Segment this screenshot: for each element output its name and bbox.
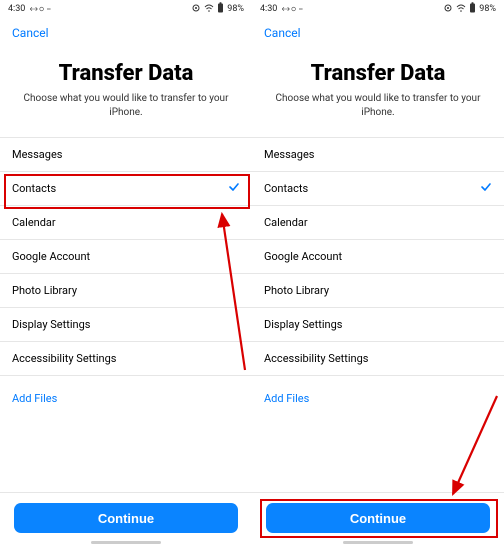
list-label: Contacts	[12, 182, 56, 195]
list-label: Accessibility Settings	[12, 352, 116, 365]
status-time: 4:30	[260, 4, 277, 14]
add-files-button[interactable]: Add Files	[252, 376, 504, 405]
list-item-photo-library[interactable]: Photo Library	[252, 273, 504, 307]
checkmark-icon	[228, 181, 240, 196]
footer: Continue	[0, 492, 252, 560]
status-left: 4:30	[260, 4, 305, 14]
status-right: 98%	[443, 2, 496, 16]
list-label: Google Account	[12, 250, 90, 263]
battery-pct: 98%	[479, 4, 496, 14]
footer: Continue	[252, 492, 504, 560]
phone-screen-right: 4:30	[252, 0, 504, 560]
list-item-messages[interactable]: Messages	[252, 137, 504, 171]
list-item-photo-library[interactable]: Photo Library	[0, 273, 252, 307]
cancel-button[interactable]: Cancel	[264, 26, 301, 40]
page-title: Transfer Data	[268, 61, 488, 86]
wifi-icon	[204, 3, 214, 16]
list-label: Contacts	[264, 182, 308, 195]
page-title: Transfer Data	[16, 61, 236, 86]
checkmark-icon	[480, 181, 492, 196]
list-item-display-settings[interactable]: Display Settings	[252, 307, 504, 341]
transfer-list: Messages Contacts Calendar Google Accoun…	[252, 137, 504, 376]
list-item-accessibility-settings[interactable]: Accessibility Settings	[252, 341, 504, 376]
list-label: Display Settings	[12, 318, 90, 331]
list-item-contacts[interactable]: Contacts	[0, 171, 252, 205]
status-net-icons	[281, 4, 305, 14]
transfer-list: Messages Contacts Calendar Google Accoun…	[0, 137, 252, 376]
list-label: Messages	[264, 148, 314, 161]
status-net-icons	[29, 4, 53, 14]
continue-button[interactable]: Continue	[14, 503, 238, 533]
list-item-google-account[interactable]: Google Account	[252, 239, 504, 273]
wifi-icon	[456, 3, 466, 16]
battery-pct: 98%	[227, 4, 244, 14]
list-label: Calendar	[12, 216, 56, 229]
page-subtitle: Choose what you would like to transfer t…	[268, 92, 488, 119]
add-files-button[interactable]: Add Files	[0, 376, 252, 405]
phone-screen-left: 4:30	[0, 0, 252, 560]
continue-button[interactable]: Continue	[266, 503, 490, 533]
list-item-calendar[interactable]: Calendar	[252, 205, 504, 239]
status-bar: 4:30	[0, 0, 252, 18]
status-left: 4:30	[8, 4, 53, 14]
status-bar: 4:30	[252, 0, 504, 18]
home-indicator	[343, 541, 413, 544]
list-item-contacts[interactable]: Contacts	[252, 171, 504, 205]
list-label: Calendar	[264, 216, 308, 229]
status-right: 98%	[191, 2, 244, 16]
eye-icon	[191, 3, 201, 16]
home-indicator	[91, 541, 161, 544]
list-label: Google Account	[264, 250, 342, 263]
list-item-calendar[interactable]: Calendar	[0, 205, 252, 239]
list-item-accessibility-settings[interactable]: Accessibility Settings	[0, 341, 252, 376]
title-block: Transfer Data Choose what you would like…	[252, 41, 504, 137]
list-label: Photo Library	[12, 284, 77, 297]
list-label: Accessibility Settings	[264, 352, 368, 365]
title-block: Transfer Data Choose what you would like…	[0, 41, 252, 137]
list-item-messages[interactable]: Messages	[0, 137, 252, 171]
header: Cancel	[252, 18, 504, 41]
page-subtitle: Choose what you would like to transfer t…	[16, 92, 236, 119]
status-time: 4:30	[8, 4, 25, 14]
list-item-display-settings[interactable]: Display Settings	[0, 307, 252, 341]
header: Cancel	[0, 18, 252, 41]
cancel-button[interactable]: Cancel	[12, 26, 49, 40]
eye-icon	[443, 3, 453, 16]
list-label: Messages	[12, 148, 62, 161]
list-label: Display Settings	[264, 318, 342, 331]
battery-icon	[217, 2, 224, 16]
list-item-google-account[interactable]: Google Account	[0, 239, 252, 273]
battery-icon	[469, 2, 476, 16]
list-label: Photo Library	[264, 284, 329, 297]
